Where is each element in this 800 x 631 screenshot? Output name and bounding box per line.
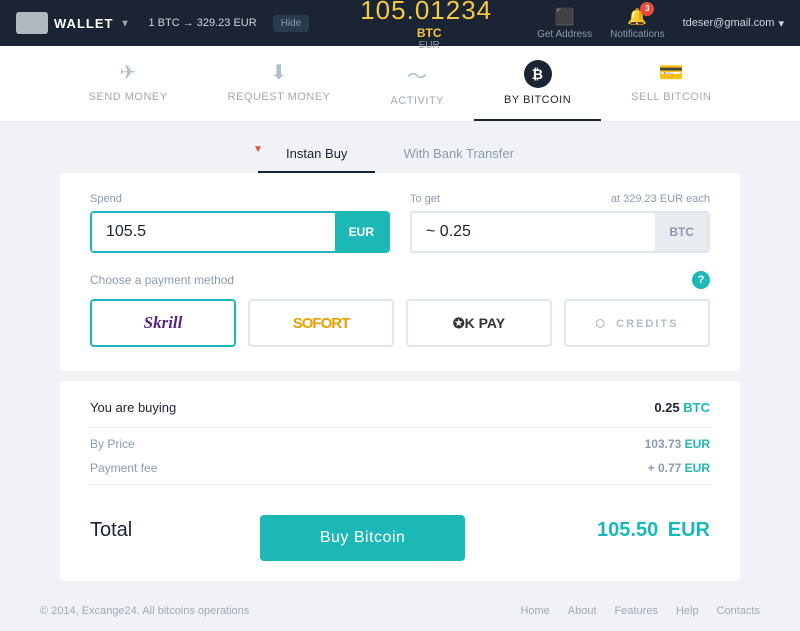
user-dropdown-icon: ▾ [778,17,784,30]
fee-value: + 0.77 EUR [648,461,710,475]
wallet-icon [16,12,48,34]
spend-label: Spend [90,193,390,205]
topnav: WALLET ▾ 1 BTC → 329.23 EUR Hide 105.012… [0,0,800,46]
skrill-label: Skrill [144,313,183,333]
activity-icon: 〜 [407,60,428,89]
spend-group: Spend EUR [90,193,390,253]
summary-divider-1 [90,427,710,428]
to-get-input [412,213,655,251]
spend-to-get-row: Spend EUR To get at 329.23 EUR each BTC [90,193,710,253]
footer: © 2014, Excange24. All bitcoins operatio… [0,591,800,631]
buy-btn-wrap: Buy Bitcoin [260,515,466,561]
sofort-label: SOFORT [293,315,350,332]
sub-tab-bank-transfer[interactable]: With Bank Transfer [375,136,542,173]
request-money-icon: ⬇ [270,60,287,85]
tab-request-money[interactable]: ⬇ REQUEST MONEY [198,46,361,121]
payment-credits[interactable]: ⬡ CREDITS [564,299,710,347]
wallet-dropdown-icon[interactable]: ▾ [122,18,128,29]
summary-divider-2 [90,484,710,485]
okpay-label: ✪K PAY [453,315,505,332]
payment-skrill[interactable]: Skrill [90,299,236,347]
credits-icon: ⬡ [596,318,608,330]
to-get-input-wrap: BTC [410,211,710,253]
rate-label: at 329.23 EUR each [611,193,710,205]
to-get-label: To get [410,193,440,205]
main-content: ▼ Instan Buy With Bank Transfer Spend EU… [0,122,800,631]
wallet-brand[interactable]: WALLET ▾ [16,12,128,34]
payment-label-row: Choose a payment method ? [90,271,710,289]
summary-area: You are buying 0.25 BTC By Price 103.73 … [60,381,740,581]
fee-label: Payment fee [90,461,157,475]
footer-links: Home About Features Help Contacts [520,605,760,617]
nav-actions: ⬛ Get Address 🔔 3 Notifications tdeser@g… [537,7,784,40]
send-money-icon: ✈ [120,60,137,85]
buy-bitcoin-button[interactable]: Buy Bitcoin [260,515,466,561]
total-label: Total [90,519,132,542]
credits-label: ⬡ CREDITS [596,317,679,330]
buying-label: You are buying [90,400,176,415]
tab-activity-label: ACTIVITY [391,95,445,107]
payment-section: Choose a payment method ? Skrill SOFORT … [90,271,710,347]
spend-input[interactable] [92,213,335,251]
spend-input-wrap: EUR [90,211,390,253]
hide-button[interactable]: Hide [273,15,310,32]
price-value: 103.73 EUR [645,437,710,451]
tabs-bar: ✈ SEND MONEY ⬇ REQUEST MONEY 〜 ACTIVITY … [0,46,800,122]
exchange-rate: 1 BTC → 329.23 EUR [148,17,256,29]
tab-send-money[interactable]: ✈ SEND MONEY [59,46,198,121]
tab-by-bitcoin-label: BY BITCOIN [504,94,571,106]
payment-sofort[interactable]: SOFORT [248,299,394,347]
total-row: Total Buy Bitcoin 105.50 EUR [90,489,710,561]
total-value: 105.50 EUR [593,519,710,542]
footer-about[interactable]: About [568,605,597,617]
footer-contacts[interactable]: Contacts [717,605,760,617]
balance-amount: 105.01234 [360,0,492,25]
payment-methods: Skrill SOFORT ✪K PAY ⬡ CREDITS [90,299,710,347]
bell-icon: 🔔 3 [627,7,647,27]
get-address-icon: ⬛ [555,7,575,27]
to-get-unit: BTC [655,213,708,251]
summary-buying-row: You are buying 0.25 BTC [90,395,710,423]
footer-features[interactable]: Features [615,605,658,617]
help-icon[interactable]: ? [692,271,710,289]
payment-okpay[interactable]: ✪K PAY [406,299,552,347]
copyright: © 2014, Excange24. All bitcoins operatio… [40,605,249,617]
tab-sell-bitcoin[interactable]: 💳 SELL BITCOIN [601,46,741,121]
to-get-group: To get at 329.23 EUR each BTC [410,193,710,253]
user-menu[interactable]: tdeser@gmail.com ▾ [683,17,784,30]
bitcoin-circle-icon: ₿ [524,60,552,88]
notifications-button[interactable]: 🔔 3 Notifications [610,7,664,40]
buy-form: Spend EUR To get at 329.23 EUR each BTC [60,173,740,371]
get-address-button[interactable]: ⬛ Get Address [537,7,592,40]
spend-unit: EUR [335,213,388,251]
tab-request-money-label: REQUEST MONEY [228,91,331,103]
footer-help[interactable]: Help [676,605,699,617]
payment-label: Choose a payment method [90,273,234,287]
tab-sell-bitcoin-label: SELL BITCOIN [631,91,711,103]
buying-value: 0.25 BTC [654,400,710,415]
price-label: By Price [90,437,135,451]
tab-activity[interactable]: 〜 ACTIVITY [361,46,475,121]
summary-price-row: By Price 103.73 EUR [90,432,710,456]
summary-fee-row: Payment fee + 0.77 EUR [90,456,710,480]
footer-home[interactable]: Home [520,605,549,617]
sub-tab-instan-buy[interactable]: Instan Buy [258,136,375,173]
tab-send-money-label: SEND MONEY [89,91,168,103]
wallet-label: WALLET [54,16,113,31]
sell-bitcoin-icon: 💳 [659,60,684,85]
balance-display: 105.01234 BTC EUR [321,0,537,51]
sub-tabs: ▼ Instan Buy With Bank Transfer [0,122,800,173]
notifications-badge: 3 [640,2,654,16]
tab-by-bitcoin[interactable]: ₿ BY BITCOIN [474,46,601,121]
